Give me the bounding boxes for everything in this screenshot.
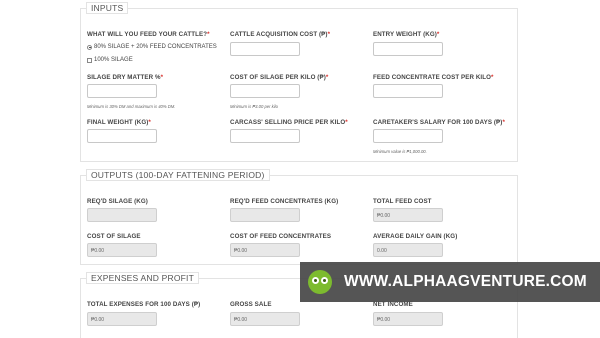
- silage-cost-label: COST OF SILAGE PER KILO (₱)*: [230, 74, 329, 81]
- acquisition-cost-label: CATTLE ACQUISITION COST (₱)*: [230, 31, 331, 38]
- entry-weight-input[interactable]: [373, 42, 443, 56]
- total-expenses-label: TOTAL EXPENSES FOR 100 DAYS (₱): [87, 301, 201, 308]
- inputs-section: INPUTS WHAT WILL YOU FEED YOUR CATTLE?* …: [80, 2, 518, 162]
- feed-option-80-20[interactable]: 80% SILAGE + 20% FEED CONCENTRATES: [87, 44, 217, 50]
- total-feed-cost-label: TOTAL FEED COST: [373, 198, 432, 205]
- cost-of-feed-concentrates-label: COST OF FEED CONCENTRATES: [230, 233, 332, 240]
- caretaker-salary-label: CARETAKER'S SALARY FOR 100 DAYS (₱)*: [373, 119, 505, 126]
- silage-dry-matter-input[interactable]: [87, 84, 157, 98]
- feed-concentrate-cost-input[interactable]: [373, 84, 443, 98]
- entry-weight-label: ENTRY WEIGHT (KG)*: [373, 31, 440, 38]
- feed-choice-label: WHAT WILL YOU FEED YOUR CATTLE?*: [87, 31, 210, 38]
- calculator-page: INPUTS WHAT WILL YOU FEED YOUR CATTLE?* …: [0, 0, 600, 338]
- final-weight-label: FINAL WEIGHT (KG)*: [87, 119, 151, 126]
- caretaker-salary-hint: Minimum value is ₱1,000.00.: [373, 149, 427, 154]
- total-feed-cost-output: ₱0.00: [373, 208, 443, 222]
- net-income-label: NET INCOME: [373, 301, 413, 308]
- silage-cost-input[interactable]: [230, 84, 300, 98]
- gross-sale-label: GROSS SALE: [230, 301, 272, 308]
- req-silage-label: REQ'D SILAGE (KG): [87, 198, 148, 205]
- req-feed-concentrates-output: [230, 208, 300, 222]
- expenses-legend: EXPENSES AND PROFIT: [86, 272, 199, 284]
- outputs-legend: OUTPUTS (100-DAY FATTENING PERIOD): [86, 169, 270, 181]
- feed-concentrate-cost-label: FEED CONCENTRATE COST PER KILO*: [373, 74, 494, 81]
- acquisition-cost-input[interactable]: [230, 42, 300, 56]
- inputs-legend: INPUTS: [86, 2, 129, 14]
- net-income-output: ₱0.00: [373, 312, 443, 326]
- carcass-price-input[interactable]: [230, 129, 300, 143]
- average-daily-gain-label: AVERAGE DAILY GAIN (KG): [373, 233, 458, 240]
- watermark-banner: WWW.ALPHAAGVENTURE.COM: [300, 262, 600, 302]
- final-weight-input[interactable]: [87, 129, 157, 143]
- average-daily-gain-output: 0.00: [373, 243, 443, 257]
- silage-dry-matter-hint: Minimum is 30% DM and maximum is 40% DM.: [87, 104, 176, 109]
- feed-option-100-silage[interactable]: 100% SILAGE: [87, 57, 133, 63]
- cost-of-silage-label: COST OF SILAGE: [87, 233, 141, 240]
- banner-url-text: WWW.ALPHAAGVENTURE.COM: [344, 273, 587, 290]
- checkbox-icon[interactable]: [87, 57, 92, 63]
- silage-dry-matter-label: SILAGE DRY MATTER %*: [87, 74, 164, 81]
- req-silage-output: [87, 208, 157, 222]
- radio-selected-icon[interactable]: [87, 44, 92, 50]
- total-expenses-output: ₱0.00: [87, 312, 157, 326]
- carcass-price-label: CARCASS' SELLING PRICE PER KILO*: [230, 119, 348, 126]
- owl-eyes-logo-icon: [308, 270, 332, 294]
- outputs-section: OUTPUTS (100-DAY FATTENING PERIOD) REQ'D…: [80, 169, 518, 265]
- req-feed-concentrates-label: REQ'D FEED CONCENTRATES (KG): [230, 198, 339, 205]
- cost-of-feed-concentrates-output: ₱0.00: [230, 243, 300, 257]
- cost-of-silage-output: ₱0.00: [87, 243, 157, 257]
- silage-cost-hint: Minimum is ₱3.00 per kilo: [230, 104, 278, 109]
- gross-sale-output: ₱0.00: [230, 312, 300, 326]
- caretaker-salary-input[interactable]: [373, 129, 443, 143]
